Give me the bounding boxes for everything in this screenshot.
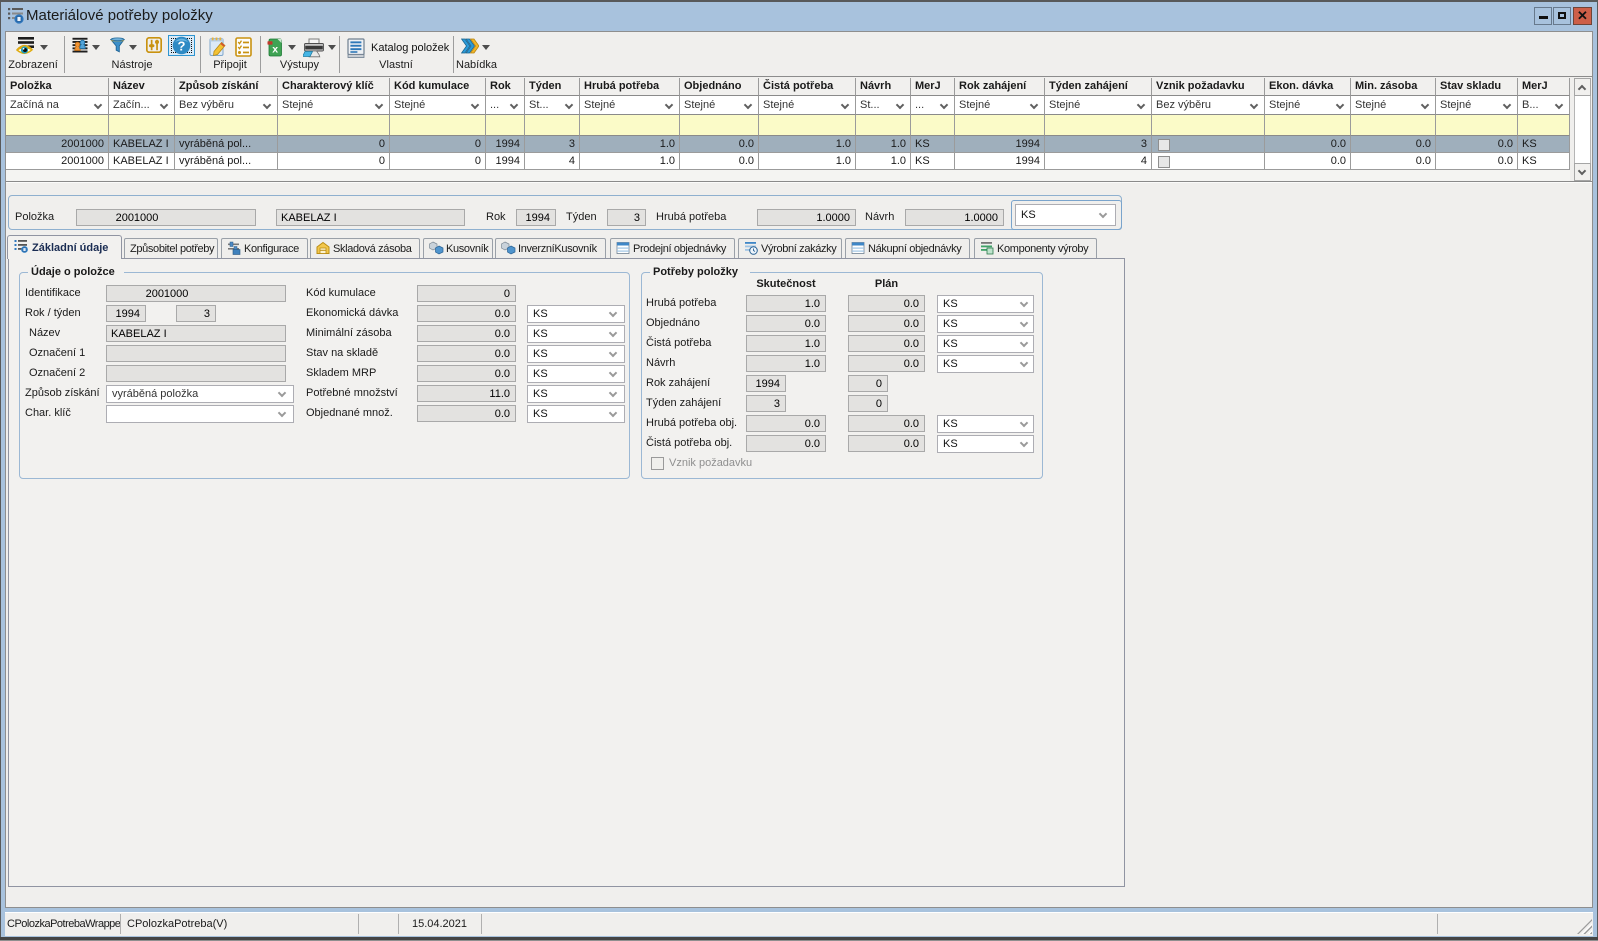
svg-text:x: x <box>272 44 278 56</box>
svg-text:?: ? <box>178 39 186 54</box>
